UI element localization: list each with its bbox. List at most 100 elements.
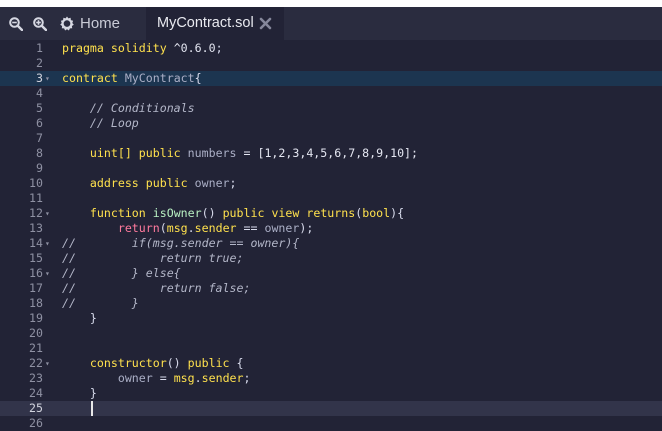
fold-toggle-icon[interactable]: ▾ <box>45 206 53 221</box>
code-text: } <box>62 311 97 326</box>
line-number: 6 <box>36 116 43 130</box>
line-number: 5 <box>36 101 43 115</box>
code-line[interactable]: 8 uint[] public numbers = [1,2,3,4,5,6,7… <box>0 146 662 161</box>
code-line[interactable]: 15 // return true; <box>0 251 662 266</box>
code-token: public <box>138 146 188 160</box>
code-line[interactable]: 18 // } <box>0 296 662 311</box>
line-number: 12 <box>29 206 43 220</box>
code-token: owner <box>194 176 230 190</box>
code-line[interactable]: 25 <box>0 401 662 416</box>
line-number: 11 <box>29 191 43 205</box>
code-text: // Loop <box>62 116 139 131</box>
tab-home-label: Home <box>80 15 121 32</box>
code-text: // Conditionals <box>62 101 195 116</box>
code-line[interactable]: 17 // return false; <box>0 281 662 296</box>
code-line[interactable]: 23 owner = msg.sender; <box>0 371 662 386</box>
zoom-out-icon[interactable] <box>6 7 26 40</box>
tab-mycontract[interactable]: MyContract.sol <box>146 7 284 40</box>
code-line[interactable]: 21 <box>0 341 662 356</box>
close-icon[interactable] <box>259 17 272 35</box>
code-text: address public owner; <box>62 176 237 191</box>
code-token: // Conditionals <box>62 101 195 115</box>
code-token: function <box>62 206 153 220</box>
code-line[interactable]: 6 // Loop <box>0 116 662 131</box>
code-text: // return false; <box>62 281 250 296</box>
code-token: ; <box>215 41 223 55</box>
code-token: // if(msg.sender == owner){ <box>62 236 300 250</box>
code-token: public <box>145 176 195 190</box>
code-text: // } else{ <box>62 266 181 281</box>
line-number: 3 <box>36 71 43 85</box>
code-line[interactable]: 1 pragma solidity ^0.6.0; <box>0 41 662 56</box>
code-line[interactable]: 19 } <box>0 311 662 326</box>
fold-toggle-icon[interactable]: ▾ <box>45 356 53 371</box>
code-line[interactable]: 24 } <box>0 386 662 401</box>
line-number: 19 <box>29 311 43 325</box>
code-token: } <box>62 311 97 325</box>
code-text: constructor() public { <box>62 356 244 371</box>
code-token: uint[] <box>62 146 139 160</box>
code-line[interactable]: 9 <box>0 161 662 176</box>
code-token: () <box>201 206 223 220</box>
line-number: 13 <box>29 221 43 235</box>
code-token: . <box>187 221 195 235</box>
code-editor[interactable]: 1 pragma solidity ^0.6.0; 2 3 ▾ contract MyCo… <box>0 40 662 430</box>
code-line[interactable]: 26 <box>0 416 662 431</box>
fold-toggle-icon[interactable]: ▾ <box>45 236 53 251</box>
home-icon <box>58 15 76 33</box>
tab-home[interactable]: Home <box>58 7 120 40</box>
code-token: view <box>271 206 307 220</box>
code-token: ; <box>229 176 237 190</box>
fold-toggle-icon[interactable]: ▾ <box>45 71 53 86</box>
tab-mycontract-label: MyContract.sol <box>157 15 254 31</box>
code-token: { <box>194 71 202 85</box>
code-text: } <box>62 386 97 401</box>
line-number: 25 <box>29 401 43 415</box>
line-number: 15 <box>29 251 43 265</box>
code-line[interactable]: 7 <box>0 131 662 146</box>
code-token: // return false; <box>62 281 251 295</box>
line-number: 8 <box>36 146 43 160</box>
code-line[interactable]: 13 return(msg.sender == owner); <box>0 221 662 236</box>
fold-toggle-icon[interactable]: ▾ <box>45 266 53 281</box>
line-number: 14 <box>29 236 43 250</box>
code-line[interactable]: 22 ▾ constructor() public { <box>0 356 662 371</box>
code-line[interactable]: 16 ▾ // } else{ <box>0 266 662 281</box>
code-text: // } <box>62 296 139 311</box>
line-number: 10 <box>29 176 43 190</box>
code-token: sender <box>201 371 244 385</box>
code-token: MyContract <box>124 71 195 85</box>
code-token: { <box>229 356 244 370</box>
code-line[interactable]: 14 ▾ // if(msg.sender == owner){ <box>0 236 662 251</box>
code-token: msg <box>173 371 195 385</box>
text-cursor <box>91 401 93 416</box>
code-text: pragma solidity ^0.6.0; <box>62 41 223 56</box>
code-token: } <box>62 386 97 400</box>
line-number: 2 <box>36 56 43 70</box>
code-line[interactable]: 5 // Conditionals <box>0 101 662 116</box>
code-token: contract <box>62 71 125 85</box>
code-text: // if(msg.sender == owner){ <box>62 236 299 251</box>
code-token: ( <box>159 221 167 235</box>
line-number: 23 <box>29 371 43 385</box>
code-line[interactable]: 2 <box>0 56 662 71</box>
code-line[interactable]: 3 ▾ contract MyContract{ <box>0 71 662 86</box>
line-number: 16 <box>29 266 43 280</box>
code-token: returns <box>306 206 356 220</box>
line-number: 7 <box>36 131 43 145</box>
code-token: . <box>194 371 202 385</box>
line-number: 18 <box>29 296 43 310</box>
zoom-in-icon[interactable] <box>30 7 50 40</box>
code-token: msg <box>166 221 188 235</box>
code-line[interactable]: 11 <box>0 191 662 206</box>
code-token: = <box>152 371 174 385</box>
code-token: owner <box>62 371 153 385</box>
code-line[interactable]: 20 <box>0 326 662 341</box>
line-number: 21 <box>29 341 43 355</box>
code-line[interactable]: 12 ▾ function isOwner() public view retur… <box>0 206 662 221</box>
code-token: // return true; <box>62 251 244 265</box>
code-token: owner <box>264 221 300 235</box>
line-number: 17 <box>29 281 43 295</box>
code-line[interactable]: 10 address public owner; <box>0 176 662 191</box>
code-line[interactable]: 4 <box>0 86 662 101</box>
